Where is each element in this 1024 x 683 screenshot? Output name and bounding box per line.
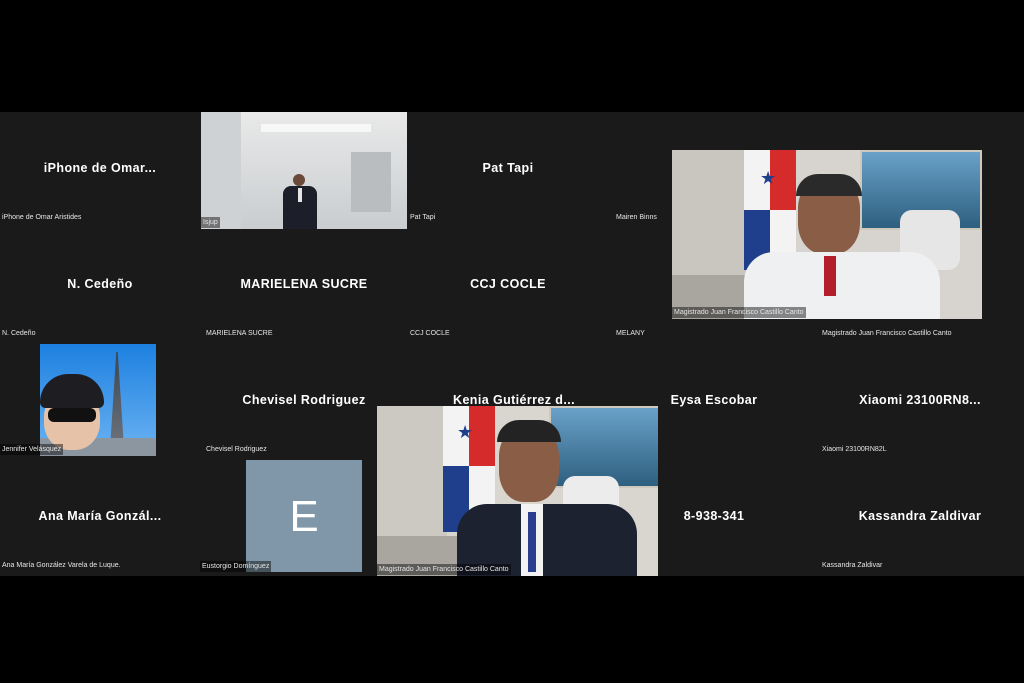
participant-label: Eustorgio Domínguez [200, 561, 272, 572]
participant-name [618, 277, 810, 291]
participant-tile[interactable]: Ana María Gonzál... Ana María González V… [0, 460, 200, 572]
participant-label: iPhone de Omar Aristides [2, 214, 82, 221]
video-gallery: iPhone de Omar... iPhone de Omar Aristid… [0, 112, 1024, 576]
participant-tile[interactable]: MELANY [614, 228, 814, 340]
participant-name: iPhone de Omar... [43, 161, 157, 175]
participant-video [201, 112, 407, 229]
participant-name: Eysa Escobar [670, 393, 758, 407]
participant-label: Ana María González Varela de Luque. [2, 562, 121, 569]
participant-name: Pat Tapi [482, 161, 534, 175]
participant-name: 8-938-341 [683, 509, 745, 523]
participant-tile[interactable]: Chevisel Rodriguez Chevisel Rodriguez [204, 344, 404, 456]
participant-name: Xiaomi 23100RN8... [859, 393, 981, 407]
participant-name: Kassandra Zaldivar [858, 509, 982, 523]
participant-label: Kassandra Zaldivar [822, 562, 883, 569]
participant-label: Mairen Binns [616, 214, 657, 221]
participant-label: MARIELENA SUCRE [206, 330, 273, 337]
participant-tile[interactable]: N. Cedeño N. Cedeño [0, 228, 200, 340]
participant-name: Chevisel Rodriguez [242, 393, 366, 407]
participant-tile[interactable]: E Eustorgio Domínguez [200, 460, 400, 572]
participant-label: CCJ COCLE [410, 330, 450, 337]
participant-label: Magistrado Juan Francisco Castillo Canto [377, 564, 511, 575]
participant-label: Isjup [201, 217, 220, 228]
participant-tile[interactable]: iPhone de Omar... iPhone de Omar Aristid… [0, 112, 200, 224]
participant-name: MARIELENA SUCRE [240, 277, 368, 291]
participant-label: Chevisel Rodriguez [206, 446, 267, 453]
participant-tile[interactable]: 8-938-341 [614, 460, 814, 572]
star-icon: ★ [457, 422, 474, 442]
participant-name: Kenia Gutiérrez d... [453, 393, 575, 407]
participant-label: Magistrado Juan Francisco Castillo Canto [822, 330, 952, 337]
participant-video [40, 344, 156, 456]
participant-name: Ana María Gonzál... [38, 509, 162, 523]
participant-label: N. Cedeño [2, 330, 36, 337]
participant-tile[interactable]: Pat Tapi Pat Tapi [408, 112, 608, 224]
participant-tile[interactable]: CCJ COCLE CCJ COCLE [408, 228, 608, 340]
participant-avatar: E [246, 460, 362, 572]
participant-tile[interactable]: MARIELENA SUCRE MARIELENA SUCRE [204, 228, 404, 340]
participant-label: Jennifer Velásquez [0, 444, 64, 455]
participant-label: Pat Tapi [410, 214, 436, 221]
participant-label: MELANY [616, 330, 645, 337]
participant-tile[interactable]: Magistrado Juan Francisco Castillo Canto [820, 228, 1020, 340]
star-icon: ★ [760, 168, 777, 188]
participant-name [824, 277, 1016, 291]
participant-tile[interactable]: Xiaomi 23100RN8... Xiaomi 23100RN82L [820, 344, 1020, 456]
participant-tile-video[interactable]: Isjup [201, 112, 407, 229]
participant-tile[interactable]: Kassandra Zaldivar Kassandra Zaldivar [820, 460, 1020, 572]
participant-tile[interactable]: Jennifer Velásquez [0, 344, 200, 456]
participant-name: CCJ COCLE [470, 277, 546, 291]
participant-label: Xiaomi 23100RN82L [822, 446, 887, 453]
avatar-initial: E [289, 492, 319, 541]
participant-name: N. Cedeño [67, 277, 133, 291]
